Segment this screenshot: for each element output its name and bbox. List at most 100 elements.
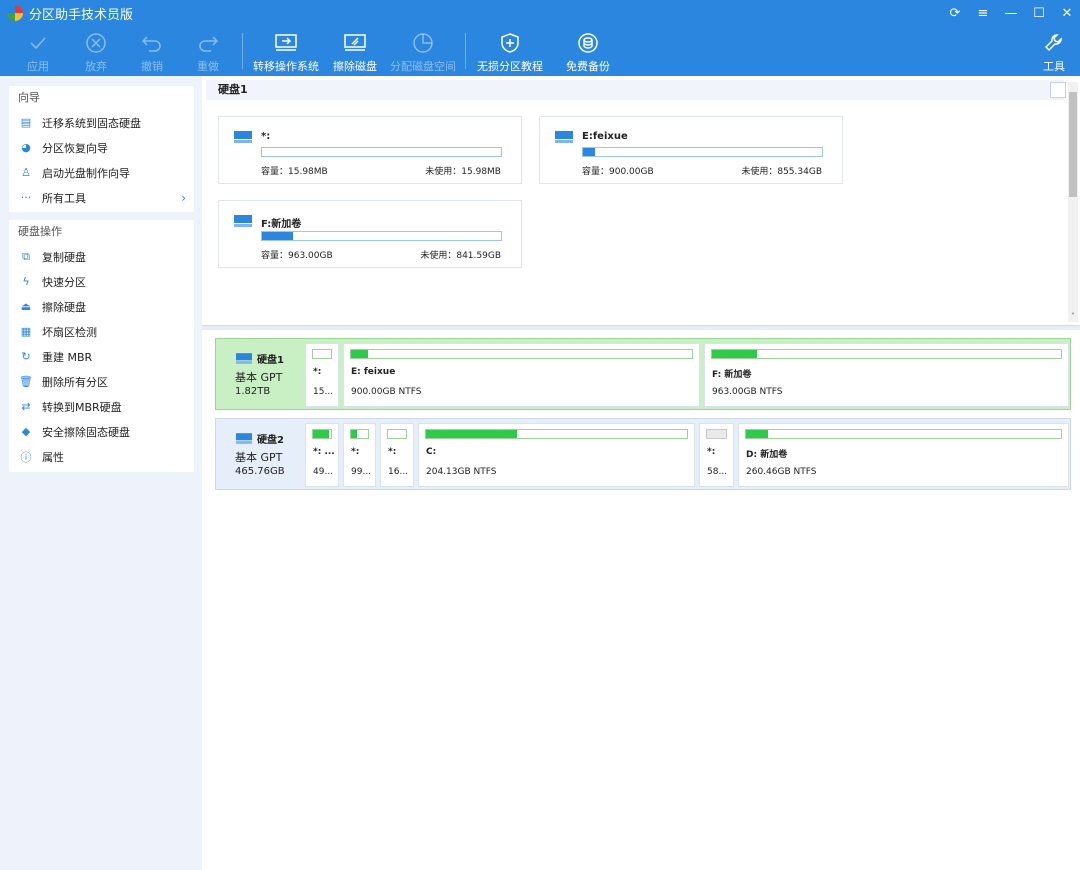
partition-name: *:: [261, 131, 271, 142]
partition-desc: 204.13GB NTFS: [426, 467, 497, 477]
migrate-os-icon: [273, 32, 299, 54]
tools-button[interactable]: 工具: [1034, 26, 1074, 76]
recovery-icon: ◕: [21, 141, 31, 154]
sidebar-item-rebuild-mbr[interactable]: ↻ 重建 MBR: [9, 344, 194, 369]
disk-type: 基本 GPT: [235, 451, 283, 464]
partition-block[interactable]: D: 新加卷 260.46GB NTFS: [738, 423, 1069, 487]
convert-icon: ⇄: [21, 400, 31, 413]
sidebar-item-bootable-media[interactable]: ♙ 启动光盘制作向导: [9, 160, 194, 185]
refresh-icon[interactable]: ⟳: [948, 6, 962, 21]
usage-bar: [425, 429, 688, 439]
drive-icon: [234, 131, 252, 143]
sidebar-item-label: 转换到MBR硬盘: [42, 400, 122, 414]
sidebar-item-delete-partitions[interactable]: 🗑 删除所有分区: [9, 369, 194, 394]
toolbar: 应用 放弃 撤销 重做 转移操作系统 擦除磁盘 分配磁盘空间 无损分区教程 免费…: [0, 26, 1080, 76]
undo-button[interactable]: 撤销: [124, 26, 180, 76]
partition-card[interactable]: E:feixue 容量：900.00GB 未使用：855.34GB: [539, 116, 843, 184]
partition-block[interactable]: C: 204.13GB NTFS: [418, 423, 695, 487]
view-toggle-icon[interactable]: [1050, 82, 1066, 98]
free-backup-button[interactable]: 免费备份: [548, 26, 628, 76]
sidebar-item-quick-partition[interactable]: ϟ 快速分区: [9, 269, 194, 294]
partition-desc: 58...: [707, 467, 728, 477]
window-title: 分区助手技术员版: [29, 7, 134, 23]
bad-sector-icon: ▦: [20, 325, 32, 338]
app-logo-icon: [7, 5, 23, 21]
partition-card[interactable]: F:新加卷 容量：963.00GB 未使用：841.59GB: [218, 200, 522, 268]
capacity-text: 容量：900.00GB: [582, 167, 654, 177]
vertical-scrollbar[interactable]: ˅: [1068, 82, 1078, 322]
free-space-text: 未使用：15.98MB: [425, 167, 501, 177]
partition-block[interactable]: *: 58...: [699, 423, 734, 487]
sidebar-item-migrate-ssd[interactable]: ▤ 迁移系统到固态硬盘: [9, 110, 194, 135]
partition-card[interactable]: *: 容量：15.98MB 未使用：15.98MB: [218, 116, 522, 184]
wipe-disk-icon: [342, 32, 368, 54]
discard-button[interactable]: 放弃: [68, 26, 124, 76]
sidebar-item-copy-disk[interactable]: ⧉ 复制硬盘: [9, 244, 194, 269]
capacity-text: 容量：963.00GB: [261, 251, 333, 261]
migrate-os-button[interactable]: 转移操作系统: [249, 26, 323, 76]
partition-block[interactable]: F: 新加卷 963.00GB NTFS: [704, 343, 1069, 407]
chevron-right-icon: ›: [181, 190, 186, 205]
apply-label: 应用: [27, 60, 49, 73]
sidebar-item-properties[interactable]: ⓘ 属性: [9, 444, 194, 469]
allocate-space-label: 分配磁盘空间: [390, 60, 456, 73]
tutorial-button[interactable]: 无损分区教程: [472, 26, 548, 76]
migrate-icon: ▤: [20, 116, 32, 129]
sidebar-item-label: 坏扇区检测: [42, 325, 97, 339]
sidebar-item-partition-recovery[interactable]: ◕ 分区恢复向导: [9, 135, 194, 160]
maximize-icon[interactable]: ☐: [1032, 6, 1046, 21]
partition-block[interactable]: E: feixue 900.00GB NTFS: [343, 343, 700, 407]
apply-button[interactable]: 应用: [8, 26, 68, 76]
partition-card-view: 硬盘1 *: 容量：15.98MB 未使用：15.98MB E:feixue 容…: [202, 76, 1080, 326]
discard-label: 放弃: [85, 60, 107, 73]
partition-block[interactable]: *: ... 49...: [305, 423, 339, 487]
wipe-disk-button[interactable]: 擦除磁盘: [323, 26, 387, 76]
scroll-down-icon[interactable]: ˅: [1068, 312, 1078, 322]
sidebar-item-label: 所有工具: [42, 191, 86, 205]
partition-block[interactable]: *: 16...: [380, 423, 414, 487]
close-icon[interactable]: ✕: [1060, 6, 1074, 21]
menu-icon[interactable]: ≡: [976, 6, 990, 21]
minimize-icon[interactable]: —: [1004, 6, 1018, 21]
sidebar-item-label: 删除所有分区: [42, 375, 108, 389]
disk-name: 硬盘2: [257, 435, 284, 446]
splitter[interactable]: [202, 326, 1080, 330]
redo-label: 重做: [197, 60, 219, 73]
bootable-disc-icon: ♙: [21, 166, 31, 179]
shield-plus-icon: [497, 32, 523, 54]
partition-name: *:: [388, 447, 397, 457]
copy-disk-icon: ⧉: [22, 249, 30, 263]
disk-size: 465.76GB: [235, 466, 285, 477]
usage-bar: [706, 429, 727, 439]
sidebar-item-all-tools[interactable]: ··· 所有工具 ›: [9, 185, 194, 210]
sidebar-item-bad-sector[interactable]: ▦ 坏扇区检测: [9, 319, 194, 344]
sidebar-item-label: 启动光盘制作向导: [42, 166, 130, 180]
allocate-space-button[interactable]: 分配磁盘空间: [387, 26, 459, 76]
partition-desc: 16...: [388, 467, 409, 477]
sidebar-item-convert-mbr[interactable]: ⇄ 转换到MBR硬盘: [9, 394, 194, 419]
redo-button[interactable]: 重做: [180, 26, 236, 76]
cancel-circle-icon: [83, 32, 109, 54]
sidebar-item-label: 迁移系统到固态硬盘: [42, 116, 141, 130]
disk-row[interactable]: 硬盘2 基本 GPT 465.76GB *: ... 49... *: 99..…: [215, 418, 1071, 490]
wizard-panel: 向导 ▤ 迁移系统到固态硬盘 ◕ 分区恢复向导 ♙ 启动光盘制作向导 ··· 所有工具 ›: [9, 86, 194, 212]
more-icon: ···: [20, 191, 32, 204]
sidebar-item-label: 重建 MBR: [42, 350, 93, 364]
pie-chart-icon: [410, 32, 436, 54]
usage-bar: [261, 147, 502, 157]
sidebar-item-wipe-disk[interactable]: ⏏ 擦除硬盘: [9, 294, 194, 319]
partition-block[interactable]: *: 99...: [343, 423, 376, 487]
partition-block[interactable]: *: 15...: [305, 343, 339, 407]
sidebar-item-secure-erase-ssd[interactable]: ◆ 安全擦除固态硬盘: [9, 419, 194, 444]
disk-info: 硬盘1 基本 GPT 1.82TB: [216, 339, 304, 409]
partition-desc: 963.00GB NTFS: [712, 387, 783, 397]
free-space-text: 未使用：855.34GB: [741, 167, 822, 177]
drive-icon: [236, 353, 252, 364]
drive-icon: [555, 131, 573, 143]
partition-name: *: ...: [313, 447, 335, 457]
wizard-header: 向导: [18, 91, 40, 104]
title-bar: 分区助手技术员版 ⟳ ≡ — ☐ ✕: [0, 0, 1080, 26]
toolbar-separator: [465, 33, 466, 69]
disk-row[interactable]: 硬盘1 基本 GPT 1.82TB *: 15... E: feixue 900…: [215, 338, 1071, 410]
free-backup-label: 免费备份: [566, 60, 610, 73]
